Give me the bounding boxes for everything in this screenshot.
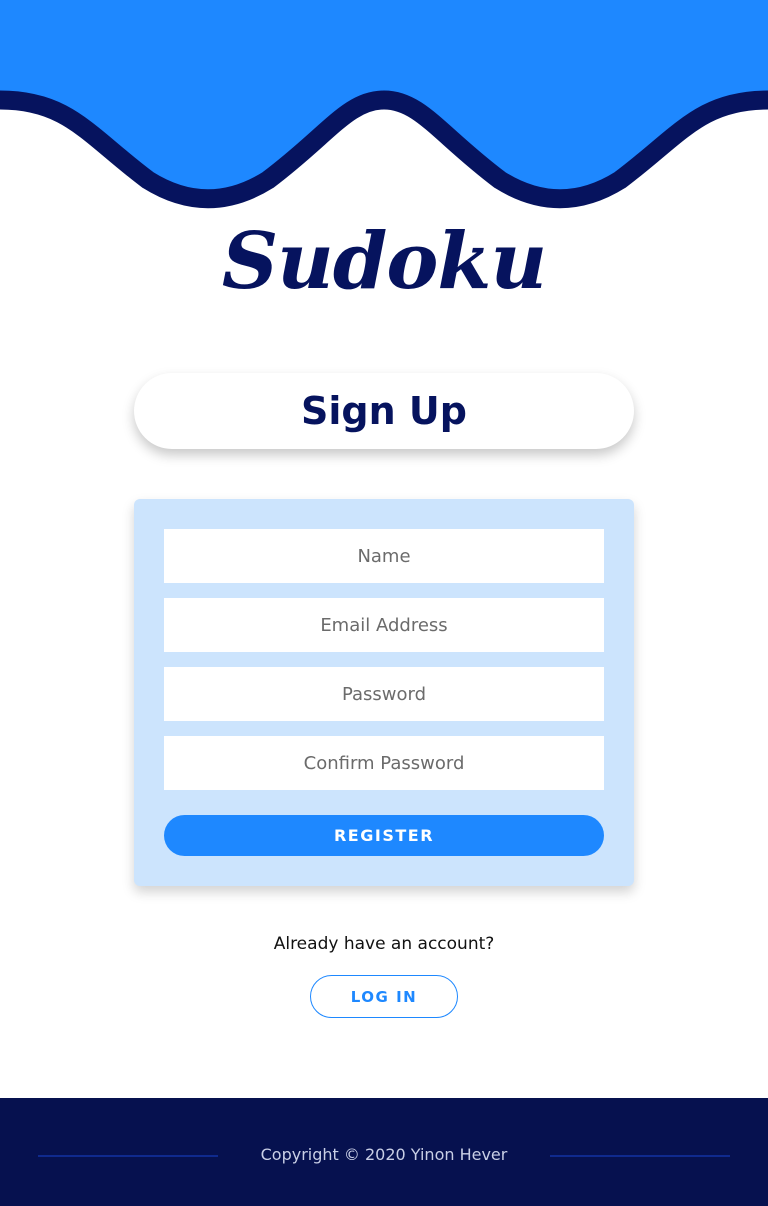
login-prompt: Already have an account? (273, 934, 495, 954)
footer: Copyright © 2020 Yinon Hever (0, 1098, 768, 1206)
email-input[interactable] (164, 598, 604, 652)
register-button[interactable]: REGISTER (164, 815, 604, 856)
page-title-container: Sign Up (134, 373, 634, 449)
signup-form: REGISTER (134, 499, 634, 886)
sudoku-logo: Sudoku (221, 216, 547, 307)
footer-divider-right (550, 1155, 730, 1157)
login-button[interactable]: LOG IN (310, 975, 458, 1018)
header-wave (0, 0, 768, 209)
confirm-password-input[interactable] (164, 736, 604, 790)
password-input[interactable] (164, 667, 604, 721)
name-input[interactable] (164, 529, 604, 583)
page-title: Sign Up (301, 389, 467, 433)
